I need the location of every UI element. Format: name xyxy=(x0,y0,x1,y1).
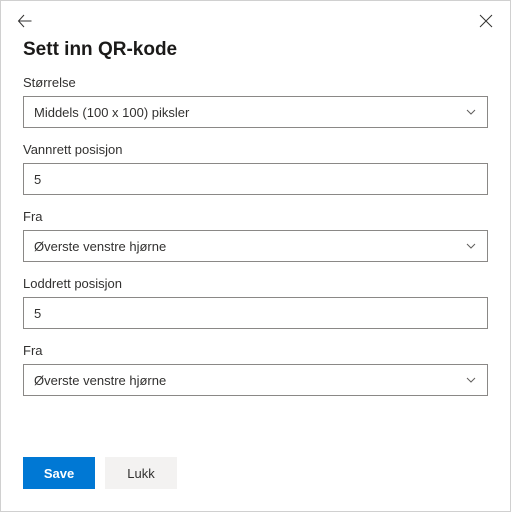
vertical-position-label: Loddrett posisjon xyxy=(23,276,488,291)
vertical-from-value: Øverste venstre hjørne xyxy=(34,373,166,388)
back-button[interactable] xyxy=(15,11,35,31)
horizontal-from-select[interactable]: Øverste venstre hjørne xyxy=(23,230,488,262)
close-icon xyxy=(479,14,493,28)
horizontal-position-label: Vannrett posisjon xyxy=(23,142,488,157)
horizontal-position-input[interactable] xyxy=(23,163,488,195)
size-label: Størrelse xyxy=(23,75,488,90)
horizontal-from-label: Fra xyxy=(23,209,488,224)
dialog-title: Sett inn QR-kode xyxy=(1,37,510,75)
close-button[interactable]: Lukk xyxy=(105,457,177,489)
save-button[interactable]: Save xyxy=(23,457,95,489)
chevron-down-icon xyxy=(465,374,477,386)
chevron-down-icon xyxy=(465,106,477,118)
chevron-down-icon xyxy=(465,240,477,252)
vertical-position-input[interactable] xyxy=(23,297,488,329)
size-select-value: Middels (100 x 100) piksler xyxy=(34,105,189,120)
size-select[interactable]: Middels (100 x 100) piksler xyxy=(23,96,488,128)
horizontal-from-value: Øverste venstre hjørne xyxy=(34,239,166,254)
vertical-from-select[interactable]: Øverste venstre hjørne xyxy=(23,364,488,396)
vertical-from-label: Fra xyxy=(23,343,488,358)
close-dialog-button[interactable] xyxy=(476,11,496,31)
arrow-left-icon xyxy=(17,13,33,29)
